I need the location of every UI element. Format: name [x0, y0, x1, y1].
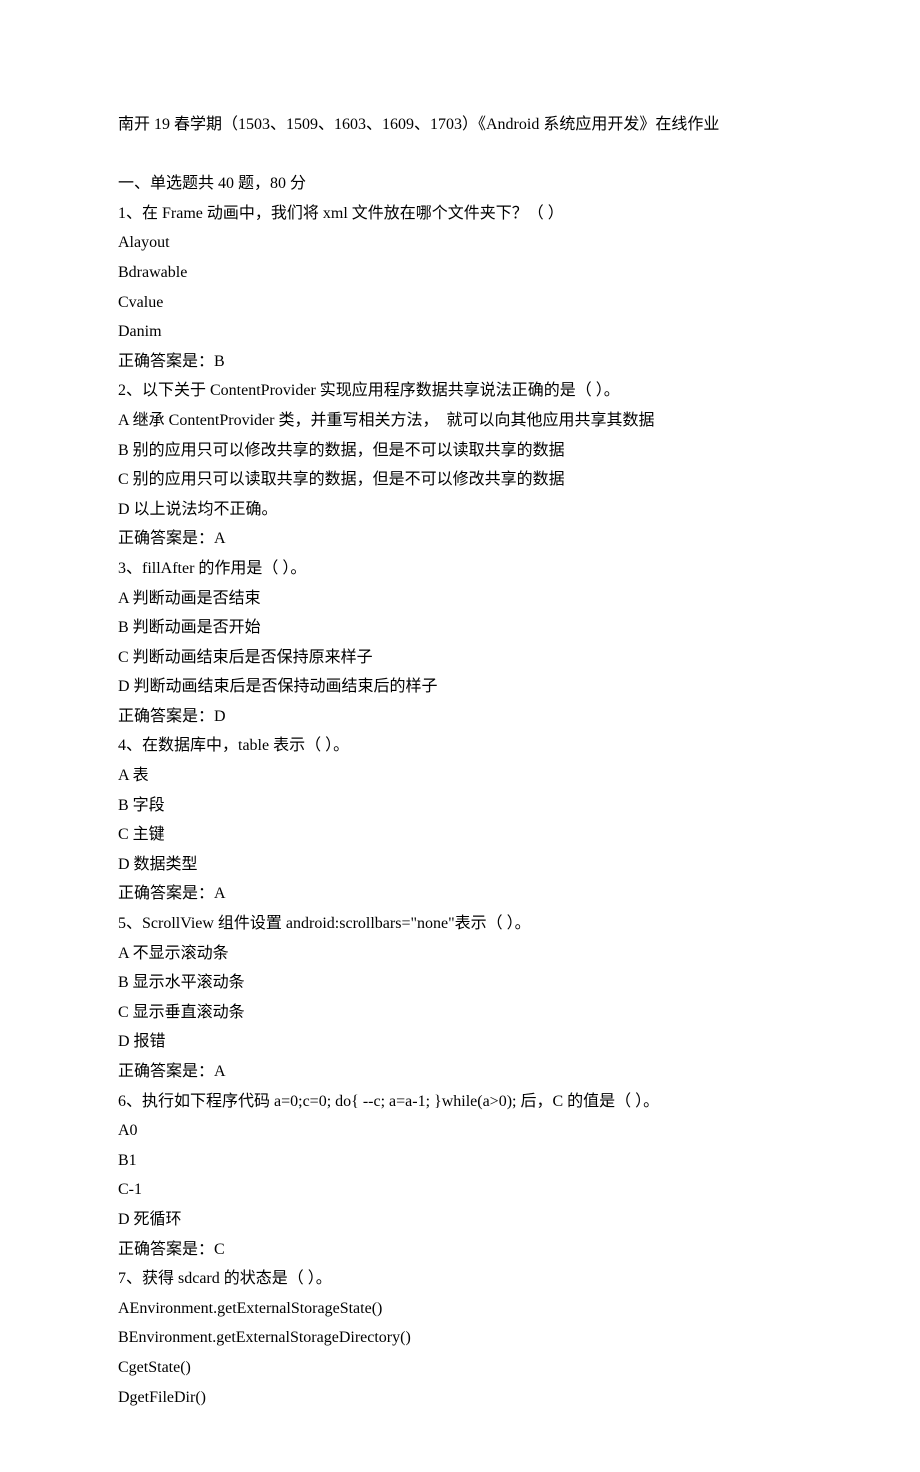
document-page: 南开 19 春学期（1503、1509、1603、1609、1703）《Andr… [0, 0, 920, 1472]
question-answer: 正确答案是：B [118, 347, 802, 377]
question-option: Cvalue [118, 288, 802, 318]
question-option: D 以上说法均不正确。 [118, 495, 802, 525]
question-stem: 5、ScrollView 组件设置 android:scrollbars="no… [118, 909, 802, 939]
question-stem: 7、获得 sdcard 的状态是（ ）。 [118, 1264, 802, 1294]
question-option: B 字段 [118, 791, 802, 821]
question-option: C 显示垂直滚动条 [118, 998, 802, 1028]
question-option: DgetFileDir() [118, 1383, 802, 1413]
question-option: B 显示水平滚动条 [118, 968, 802, 998]
question-option: D 判断动画结束后是否保持动画结束后的样子 [118, 672, 802, 702]
question-option: B 判断动画是否开始 [118, 613, 802, 643]
question-option: A0 [118, 1116, 802, 1146]
question-option: C 判断动画结束后是否保持原来样子 [118, 643, 802, 673]
question-stem: 1、在 Frame 动画中，我们将 xml 文件放在哪个文件夹下？（ ） [118, 199, 802, 229]
question-option: B 别的应用只可以修改共享的数据，但是不可以读取共享的数据 [118, 436, 802, 466]
document-title: 南开 19 春学期（1503、1509、1603、1609、1703）《Andr… [118, 110, 802, 140]
question-answer: 正确答案是：C [118, 1235, 802, 1265]
question-answer: 正确答案是：A [118, 879, 802, 909]
question-option: B1 [118, 1146, 802, 1176]
question-option: A 表 [118, 761, 802, 791]
question-option: Bdrawable [118, 258, 802, 288]
section-header: 一、单选题共 40 题，80 分 [118, 169, 802, 199]
question-stem: 3、fillAfter 的作用是（ ）。 [118, 554, 802, 584]
question-stem: 4、在数据库中，table 表示（ ）。 [118, 731, 802, 761]
question-option: A 判断动画是否结束 [118, 584, 802, 614]
question-answer: 正确答案是：A [118, 524, 802, 554]
question-answer: 正确答案是：A [118, 1057, 802, 1087]
question-option: CgetState() [118, 1353, 802, 1383]
question-option: A 不显示滚动条 [118, 939, 802, 969]
question-option: Alayout [118, 228, 802, 258]
question-stem: 6、执行如下程序代码 a=0;c=0; do{ --c; a=a-1; }whi… [118, 1087, 802, 1117]
question-option: BEnvironment.getExternalStorageDirectory… [118, 1323, 802, 1353]
question-option: C 主键 [118, 820, 802, 850]
question-option: AEnvironment.getExternalStorageState() [118, 1294, 802, 1324]
question-answer: 正确答案是：D [118, 702, 802, 732]
question-option: C-1 [118, 1175, 802, 1205]
blank-line [118, 140, 802, 170]
question-stem: 2、以下关于 ContentProvider 实现应用程序数据共享说法正确的是（… [118, 376, 802, 406]
question-option: D 死循环 [118, 1205, 802, 1235]
question-option: D 数据类型 [118, 850, 802, 880]
question-option: Danim [118, 317, 802, 347]
question-option: A 继承 ContentProvider 类，并重写相关方法， 就可以向其他应用… [118, 406, 802, 436]
question-option: D 报错 [118, 1027, 802, 1057]
question-option: C 别的应用只可以读取共享的数据，但是不可以修改共享的数据 [118, 465, 802, 495]
